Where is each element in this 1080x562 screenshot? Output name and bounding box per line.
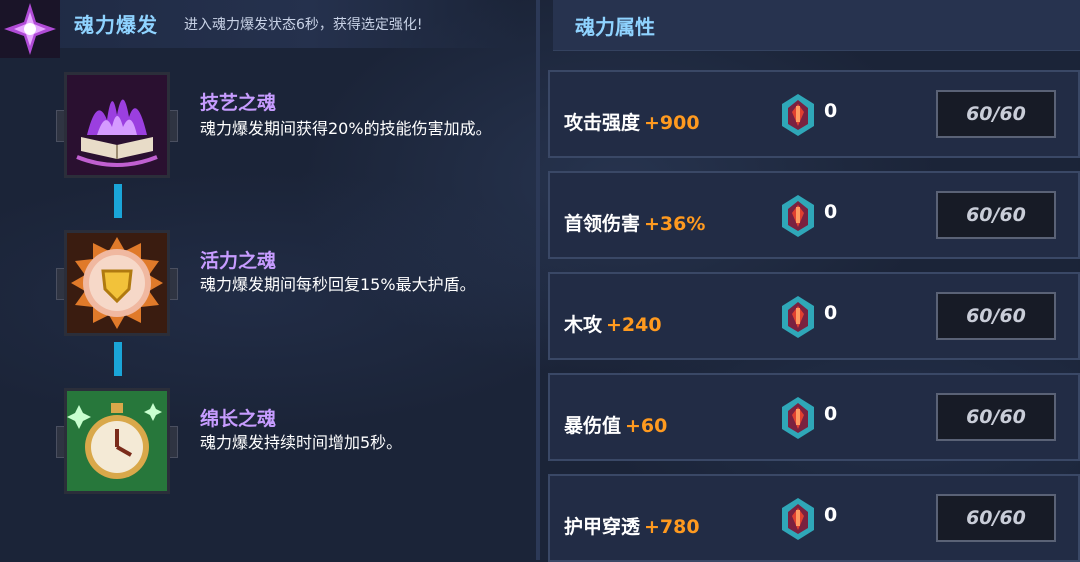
burst-header: 魂力爆发 进入魂力爆发状态6秒，获得选定强化! <box>0 0 520 58</box>
level-box[interactable]: 60/60 <box>936 292 1056 340</box>
attributes-title: 魂力属性 <box>575 15 655 39</box>
attribute-label: 木攻 +240 <box>564 314 662 336</box>
attribute-bonus: +36% <box>644 213 706 235</box>
soul-connector <box>114 342 122 376</box>
soul-gem-icon <box>782 498 814 540</box>
burst-title: 魂力爆发 <box>74 13 158 37</box>
level-box[interactable]: 60/60 <box>936 393 1056 441</box>
soul-name: 技艺之魂 <box>200 92 277 114</box>
gem-count: 0 <box>824 100 838 122</box>
attribute-bonus: +900 <box>644 112 700 134</box>
attribute-bonus: +240 <box>606 314 662 336</box>
gem-count: 0 <box>824 302 838 324</box>
soul-endurance-card[interactable] <box>56 382 178 500</box>
soul-description: 魂力爆发期间获得20%的技能伤害加成。 <box>200 119 492 138</box>
attribute-label: 攻击强度 +900 <box>564 112 700 134</box>
attribute-row[interactable]: 攻击强度 +900 0 60/60 <box>548 70 1080 158</box>
soul-description: 魂力爆发期间每秒回复15%最大护盾。 <box>200 275 476 294</box>
soul-name: 绵长之魂 <box>200 408 277 430</box>
soul-gem-icon <box>782 195 814 237</box>
gem-count: 0 <box>824 201 838 223</box>
soul-name: 活力之魂 <box>200 250 277 272</box>
level-box[interactable]: 60/60 <box>936 90 1056 138</box>
attribute-row[interactable]: 暴伤值 +60 0 60/60 <box>548 373 1080 461</box>
level-box[interactable]: 60/60 <box>936 494 1056 542</box>
attribute-row[interactable]: 木攻 +240 0 60/60 <box>548 272 1080 360</box>
attributes-header: 魂力属性 <box>553 0 1080 51</box>
level-box[interactable]: 60/60 <box>936 191 1056 239</box>
soul-gem-icon <box>782 296 814 338</box>
gem-count: 0 <box>824 504 838 526</box>
soul-gem-icon <box>782 94 814 136</box>
soul-description: 魂力爆发持续时间增加5秒。 <box>200 433 403 452</box>
attribute-row[interactable]: 首领伤害 +36% 0 60/60 <box>548 171 1080 259</box>
attribute-label: 暴伤值 +60 <box>564 415 668 437</box>
attribute-bonus: +60 <box>625 415 668 437</box>
icon-frame <box>64 230 170 336</box>
soul-vitality-card[interactable] <box>56 224 178 342</box>
soul-connector <box>114 184 122 218</box>
attribute-label: 护甲穿透 +780 <box>564 516 700 538</box>
attribute-bonus: +780 <box>644 516 700 538</box>
panel-divider <box>536 0 540 560</box>
burst-description: 进入魂力爆发状态6秒，获得选定强化! <box>184 17 423 33</box>
stopwatch-icon <box>67 391 167 491</box>
soul-skill-card[interactable] <box>56 66 178 184</box>
gem-count: 0 <box>824 403 838 425</box>
icon-frame <box>64 72 170 178</box>
icon-frame <box>64 388 170 494</box>
soul-gem-icon <box>782 397 814 439</box>
soul-burst-icon <box>0 0 60 58</box>
attribute-row[interactable]: 护甲穿透 +780 0 60/60 <box>548 474 1080 562</box>
attribute-label: 首领伤害 +36% <box>564 213 706 235</box>
golden-shield-icon <box>67 233 167 333</box>
purple-flame-book-icon <box>67 75 167 175</box>
